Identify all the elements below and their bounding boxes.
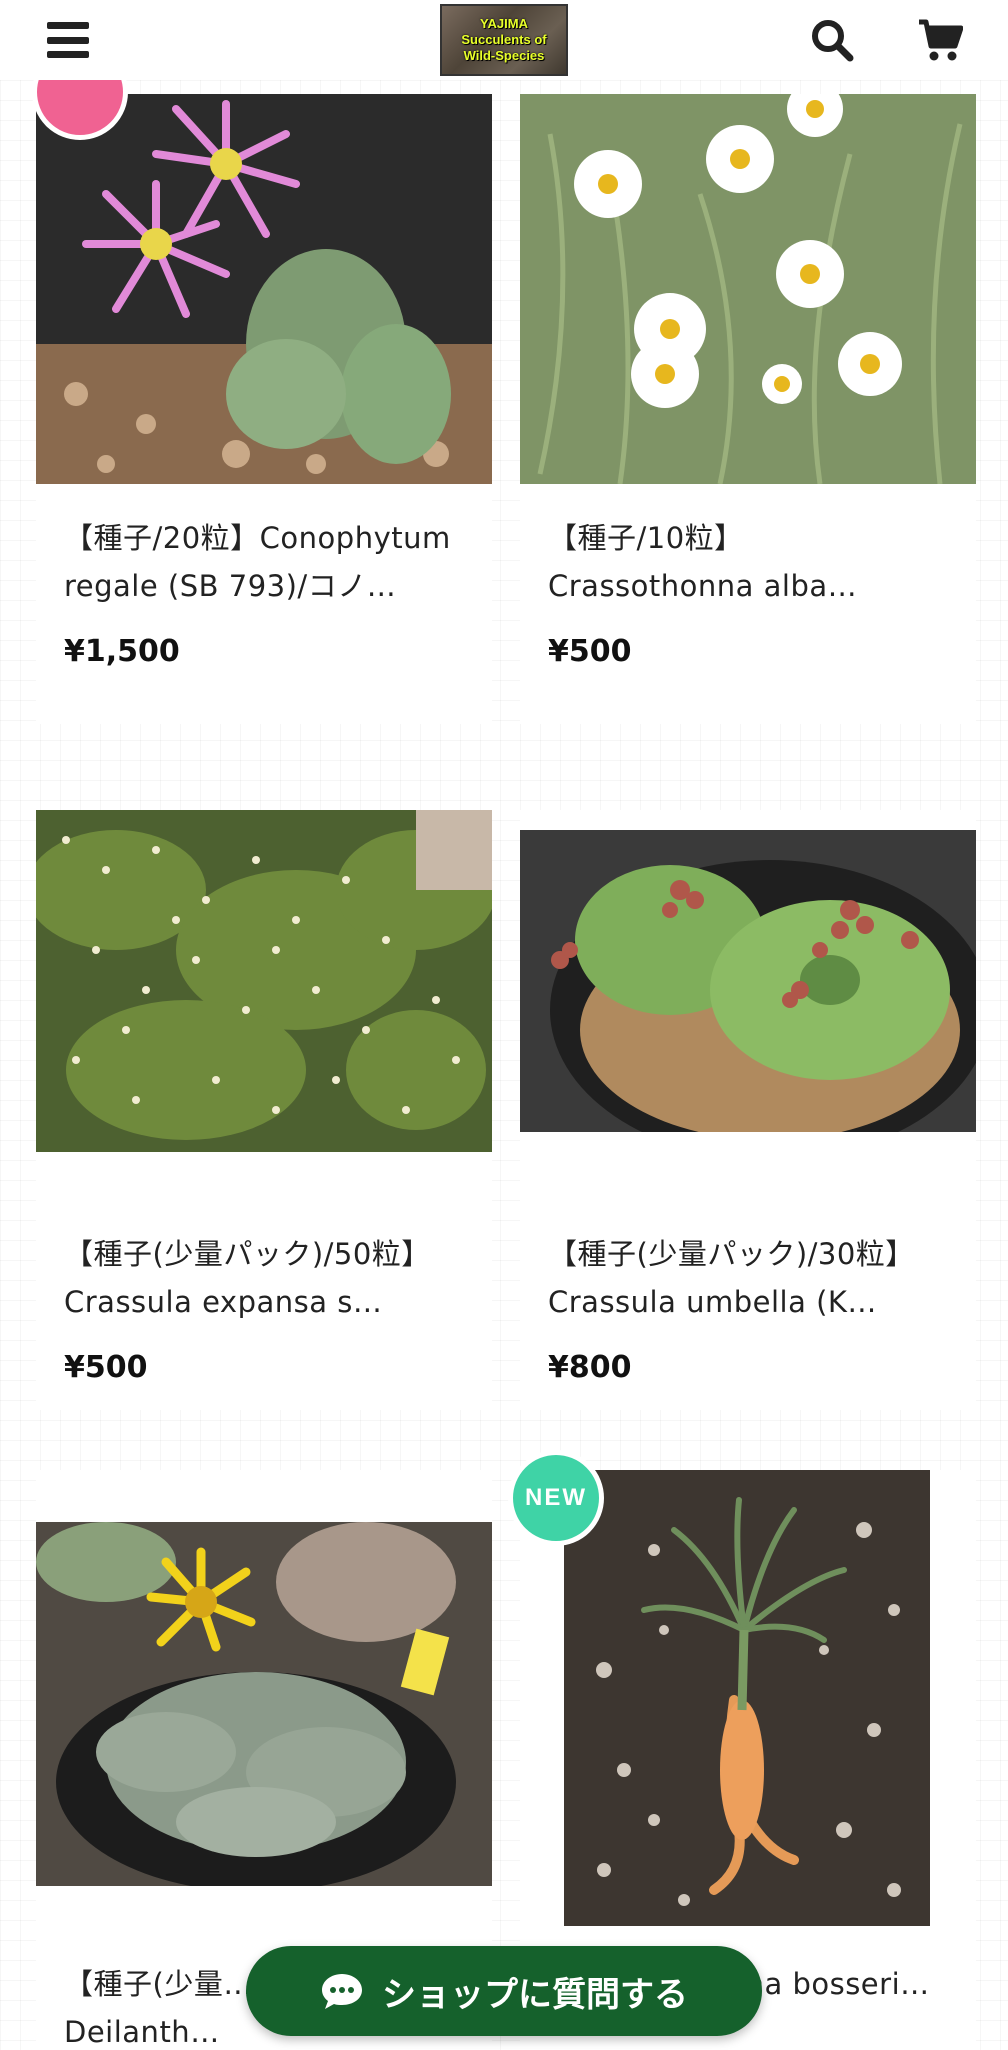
new-badge: NEW <box>508 1450 604 1546</box>
product-card[interactable]: 【種子/20粒】Conophytum regale (SB 793)/コノ… ¥… <box>32 44 492 724</box>
logo-line-2: Succulents of <box>461 32 547 47</box>
cart-icon <box>919 19 963 61</box>
product-price: ¥500 <box>64 1350 148 1385</box>
site-header: YAJIMA Succulents of Wild-Species <box>0 0 1008 80</box>
product-price: ¥1,500 <box>64 634 180 669</box>
logo-line-3: Wild-Species <box>463 48 545 63</box>
menu-icon <box>47 22 89 58</box>
product-card[interactable]: 【種子(少量パック)/50粒】Crassula expansa s… ¥500 <box>36 810 492 1410</box>
new-badge-label: NEW <box>525 1484 587 1511</box>
product-image[interactable] <box>520 94 976 484</box>
search-button[interactable] <box>800 12 864 68</box>
search-icon <box>812 20 854 62</box>
cart-button[interactable] <box>908 12 972 68</box>
product-card[interactable]: 【種子(少量パック)/30粒】Crassula umbella (K… ¥800 <box>520 810 976 1410</box>
product-card[interactable]: 【種子/10粒】Crassothonna alba (Barrydale, RS… <box>520 94 976 724</box>
product-price: ¥800 <box>548 1350 632 1385</box>
product-image[interactable] <box>520 830 976 1132</box>
ask-shop-button[interactable]: ショップに質問する <box>246 1946 762 2036</box>
shop-logo[interactable]: YAJIMA Succulents of Wild-Species <box>440 4 568 76</box>
ask-shop-label: ショップに質問する <box>382 1974 688 2015</box>
menu-button[interactable] <box>36 12 100 68</box>
chat-bubble-icon <box>322 1974 362 2009</box>
logo-line-1: YAJIMA <box>480 16 528 31</box>
product-price: ¥500 <box>548 634 632 669</box>
product-image[interactable] <box>36 94 492 484</box>
product-name[interactable]: 【種子/20粒】Conophytum regale (SB 793)/コノ… <box>64 514 464 610</box>
product-image[interactable] <box>36 810 492 1152</box>
product-name[interactable]: 【種子/10粒】Crassothonna alba (Barrydale, RS… <box>548 514 948 610</box>
product-name[interactable]: 【種子(少量パック)/50粒】Crassula expansa s… <box>64 1230 464 1326</box>
product-name[interactable]: 【種子(少量パック)/30粒】Crassula umbella (K… <box>548 1230 948 1326</box>
product-image[interactable] <box>36 1522 492 1886</box>
product-image[interactable] <box>564 1470 930 1926</box>
